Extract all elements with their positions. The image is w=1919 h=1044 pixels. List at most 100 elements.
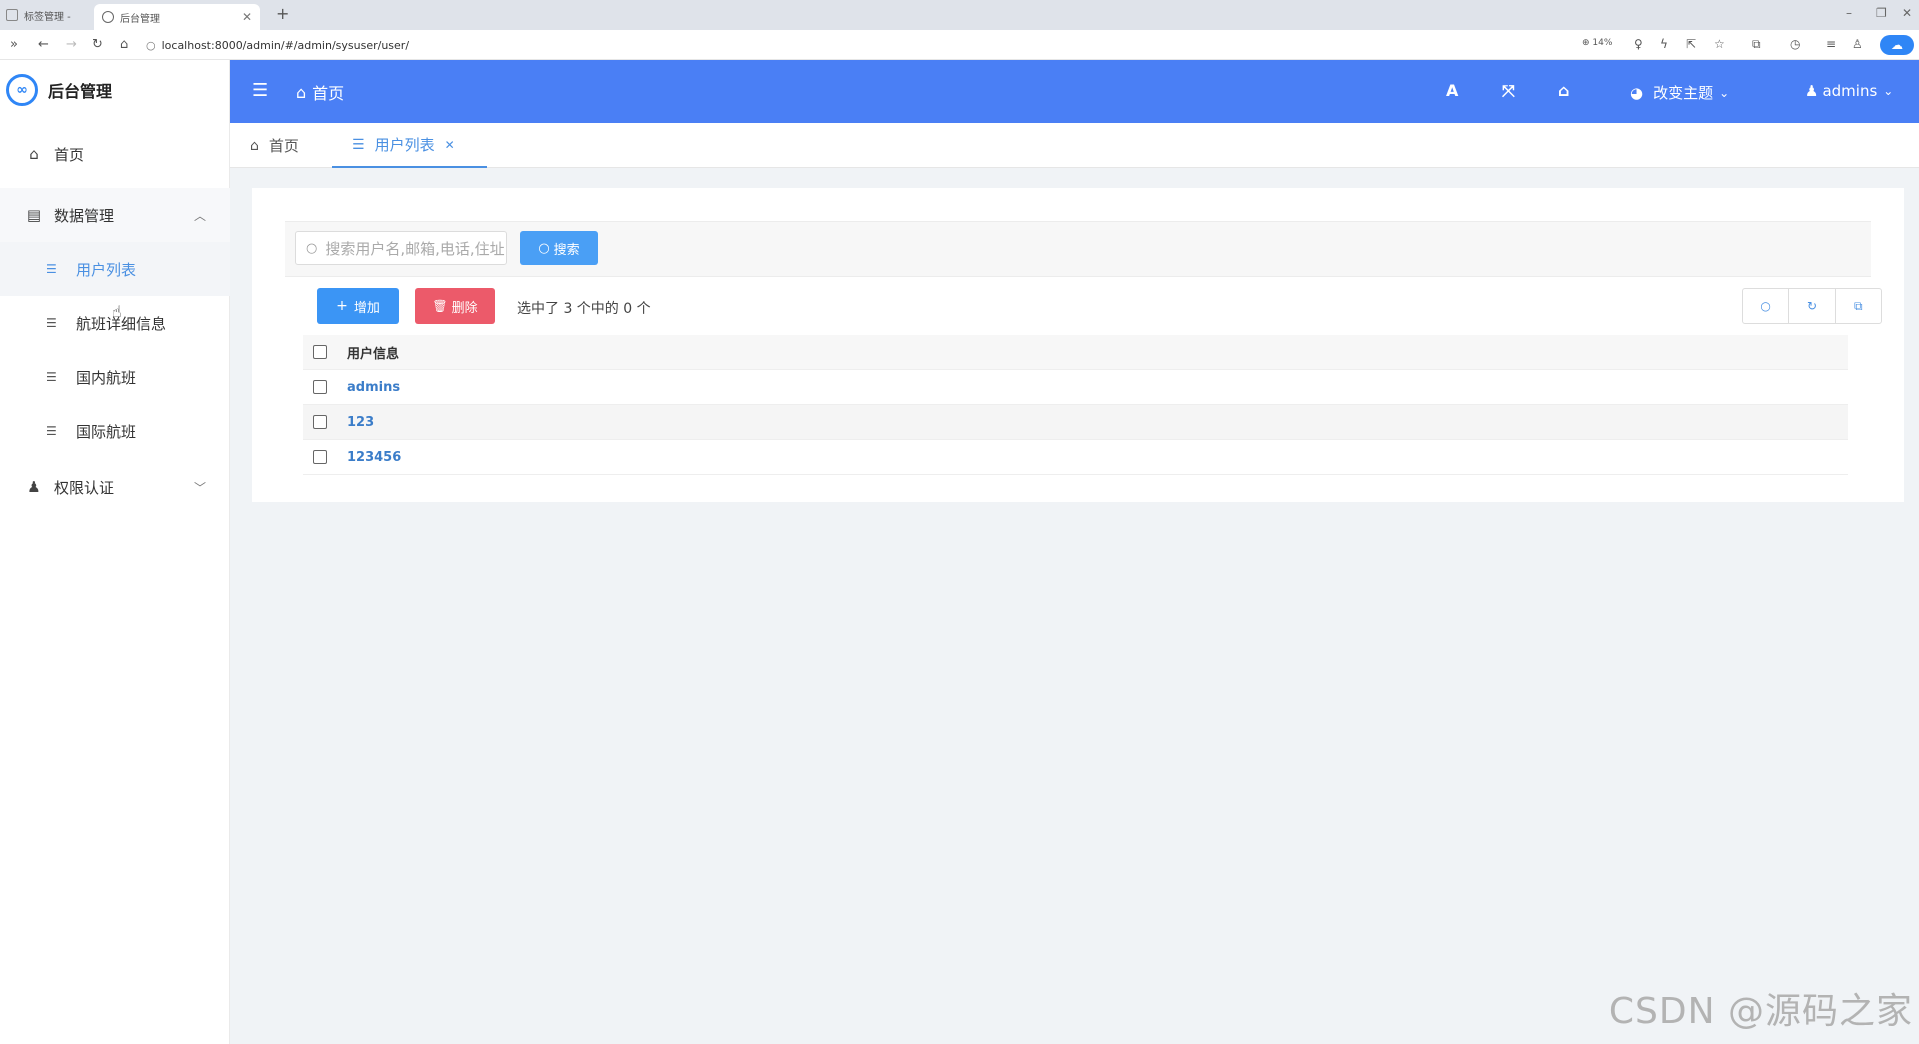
browser-tab-1-label: 标签管理 - (24, 11, 71, 23)
back-icon[interactable]: ← (38, 37, 49, 52)
column-header-user-info[interactable]: 用户信息 (347, 343, 399, 362)
search-input[interactable]: ○ 搜索用户名,邮箱,电话,住址 (295, 231, 507, 265)
pin-icon[interactable]: ♀ (1634, 37, 1643, 51)
user-link[interactable]: admins (347, 380, 400, 395)
table-icon: ▤ (26, 206, 42, 224)
user-list-panel: ○ 搜索用户名,邮箱,电话,住址 ○ 搜索 + 增加 🗑 删除 选中了 3 个中… (252, 188, 1904, 502)
minimize-icon[interactable]: – (1846, 6, 1852, 20)
row-checkbox[interactable] (313, 415, 327, 429)
expand-icon[interactable]: » (10, 37, 18, 52)
tab-page-icon (6, 9, 18, 21)
chevron-down-icon: ﹀ (193, 480, 206, 495)
tab-user-list[interactable]: ☰ 用户列表 ✕ (332, 123, 487, 168)
logo-text: 后台管理 (48, 82, 113, 101)
address-bar: » ← → ↻ ⌂ ○ localhost:8000/admin/#/admin… (0, 30, 1919, 60)
sidebar-item-user-list[interactable]: ☰ 用户列表 (0, 242, 230, 296)
sidebar-item-auth[interactable]: ♟ 权限认证 ﹀ (0, 460, 230, 514)
zoom-indicator[interactable]: ⊕ 14% (1582, 38, 1612, 48)
theme-label: 改变主题 (1653, 84, 1714, 102)
search-button-label: 搜索 (553, 242, 580, 258)
export-icon[interactable]: ⧉ (1836, 289, 1881, 323)
reload-icon[interactable]: ↻ (92, 37, 103, 52)
sidebar-item-domestic-flights[interactable]: ☰ 国内航班 (0, 350, 230, 404)
zoom-level: 14% (1592, 38, 1613, 48)
url-text: localhost:8000/admin/#/admin/sysuser/use… (161, 38, 410, 52)
palette-icon: ◕ (1630, 83, 1644, 102)
cloud-icon[interactable]: ☁ (1880, 35, 1914, 55)
extensions-icon[interactable]: ⧉ (1752, 37, 1761, 52)
user-link[interactable]: 123 (347, 415, 374, 430)
delete-button-label: 删除 (451, 300, 478, 316)
chevron-down-icon: ⌄ (1883, 84, 1894, 98)
window-close-icon[interactable]: ✕ (1902, 6, 1912, 20)
list-icon: ☰ (46, 370, 57, 384)
notification-icon[interactable]: ♙ (1852, 37, 1863, 51)
header-home-link[interactable]: ⌂ 首页 (296, 80, 344, 104)
search-button[interactable]: ○ 搜索 (520, 231, 598, 265)
delete-button[interactable]: 🗑 删除 (415, 288, 495, 324)
watermark: CSDN @源码之家 (1608, 991, 1913, 1032)
browser-tab-2[interactable]: 后台管理 ✕ (94, 4, 260, 30)
browser-tab-1[interactable]: 标签管理 - (6, 4, 90, 26)
home-icon[interactable]: ⌂ (1558, 81, 1569, 100)
add-button[interactable]: + 增加 (317, 288, 399, 324)
url-field[interactable]: ○ localhost:8000/admin/#/admin/sysuser/u… (146, 35, 1576, 55)
table-row: 123 (303, 405, 1848, 440)
home-icon[interactable]: ⌂ (120, 37, 128, 52)
font-size-icon[interactable]: A (1446, 81, 1458, 100)
share-icon[interactable]: ⇱ (1686, 37, 1696, 51)
sidebar-item-label: 权限认证 (54, 478, 115, 497)
main-content: ○ 搜索用户名,邮箱,电话,住址 ○ 搜索 + 增加 🗑 删除 选中了 3 个中… (230, 168, 1919, 1044)
sidebar-item-label: 用户列表 (76, 260, 137, 279)
history-icon[interactable]: ◷ (1790, 37, 1800, 51)
zoom-icon: ⊕ (1582, 38, 1593, 48)
tab-home[interactable]: ⌂ 首页 (230, 123, 332, 168)
top-header: ☰ ⌂ 首页 A ⤧ ⌂ ◕ 改变主题 ⌄ ♟ admins ⌄ (230, 60, 1919, 123)
list-icon: ☰ (352, 136, 365, 153)
sidebar-item-label: 数据管理 (54, 206, 115, 225)
user-link[interactable]: 123456 (347, 450, 401, 465)
star-icon[interactable]: ☆ (1714, 37, 1725, 51)
list-icon: ☰ (46, 424, 57, 438)
list-icon: ☰ (46, 316, 57, 330)
tab-user-list-label: 用户列表 (374, 136, 435, 154)
header-home-label: 首页 (312, 84, 345, 103)
sidebar-item-home[interactable]: ⌂ 首页 (0, 127, 230, 181)
page-tabs: ⌂ 首页 ☰ 用户列表 ✕ (230, 123, 1919, 168)
sidebar-item-data-management[interactable]: ▤ 数据管理 ︿ (0, 188, 230, 242)
chevron-down-icon: ⌄ (1719, 85, 1730, 100)
forward-icon[interactable]: → (66, 37, 77, 52)
search-toolbar: ○ 搜索用户名,邮箱,电话,住址 ○ 搜索 (285, 221, 1871, 277)
table-tools: ○ ↻ ⧉ (1742, 288, 1882, 324)
new-tab-icon[interactable]: + (276, 4, 289, 23)
row-checkbox[interactable] (313, 380, 327, 394)
browser-tab-2-label: 后台管理 (120, 13, 160, 25)
close-icon[interactable]: ✕ (242, 10, 252, 24)
menu-icon[interactable]: ≡ (1826, 37, 1836, 51)
lightning-icon[interactable]: ϟ (1660, 37, 1668, 51)
search-toggle-icon[interactable]: ○ (1743, 289, 1790, 323)
user-dropdown[interactable]: ♟ admins ⌄ (1805, 82, 1893, 100)
theme-dropdown[interactable]: ◕ 改变主题 ⌄ (1630, 82, 1729, 103)
logo-infinity-icon: ∞ (6, 74, 38, 106)
close-icon[interactable]: ✕ (445, 138, 455, 152)
trash-icon: 🗑 (432, 299, 448, 313)
hamburger-icon[interactable]: ☰ (252, 80, 268, 101)
row-checkbox[interactable] (313, 450, 327, 464)
add-button-label: 增加 (353, 300, 380, 316)
refresh-icon[interactable]: ↻ (1789, 289, 1836, 323)
list-icon: ☰ (46, 262, 57, 276)
logo[interactable]: ∞ 后台管理 (6, 74, 112, 106)
sidebar-item-label: 国际航班 (76, 422, 137, 441)
restore-icon[interactable]: ❐ (1876, 6, 1887, 20)
user-label: admins (1822, 82, 1878, 100)
user-icon: ♟ (1805, 82, 1819, 100)
select-all-checkbox[interactable] (313, 345, 327, 359)
globe-icon (102, 11, 114, 23)
user-table: 用户信息 admins 123 123456 (303, 335, 1848, 475)
fullscreen-icon[interactable]: ⤧ (1502, 81, 1515, 101)
sidebar-item-international-flights[interactable]: ☰ 国际航班 (0, 404, 230, 458)
sidebar-item-label: 首页 (54, 145, 85, 164)
table-header-row: 用户信息 (303, 335, 1848, 370)
plus-icon: + (336, 298, 348, 314)
